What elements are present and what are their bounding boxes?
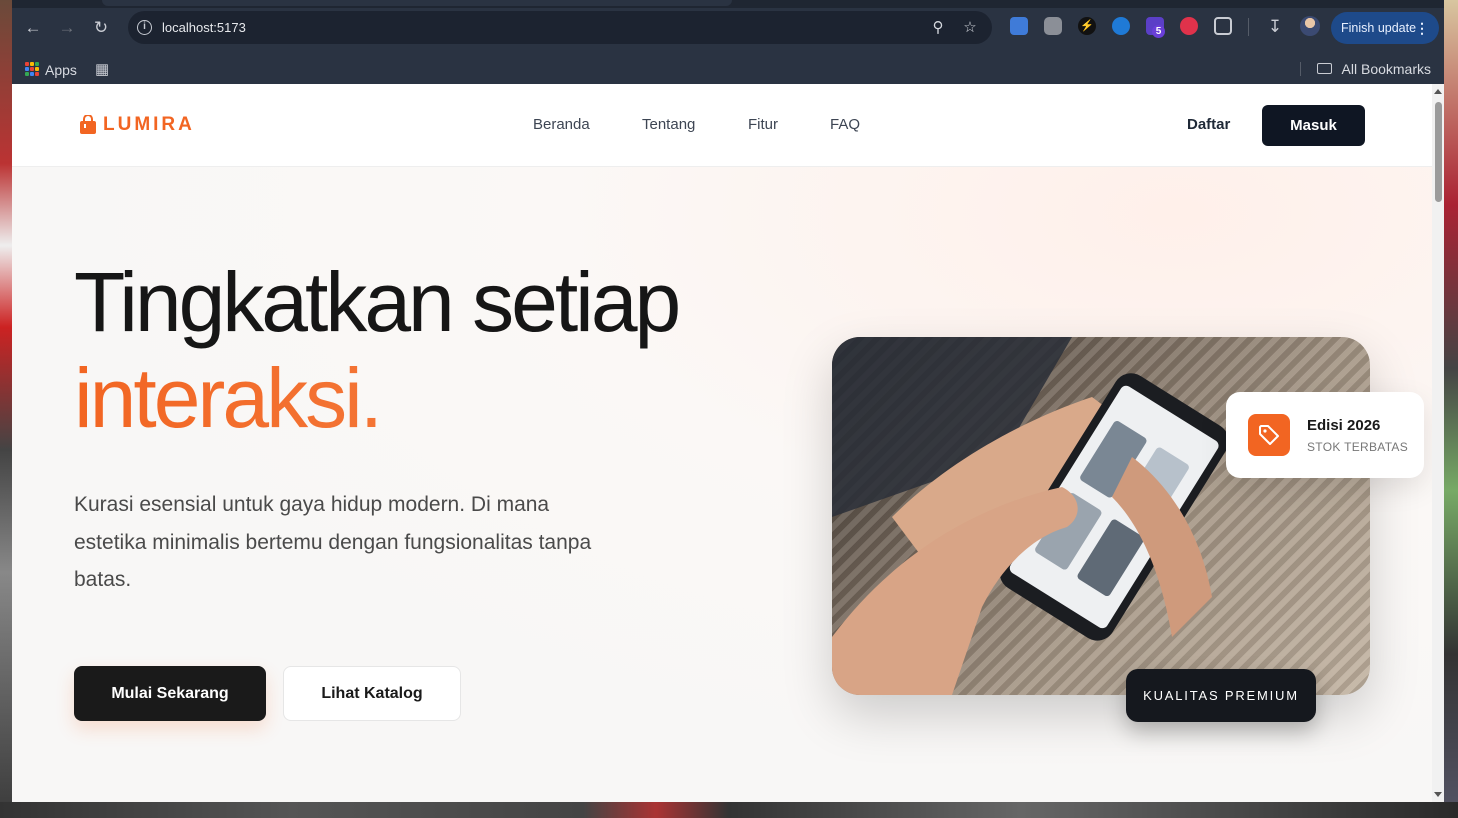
scroll-up-icon[interactable] [1434,89,1442,94]
web-page: LUMIRA Beranda Tentang Fitur FAQ Daftar … [12,84,1432,802]
tag-icon [1248,414,1290,456]
forward-icon[interactable]: → [55,16,79,40]
shopping-bag-icon [79,114,97,135]
view-catalog-button[interactable]: Lihat Katalog [283,666,461,721]
register-link[interactable]: Daftar [1187,116,1230,133]
browser-toolbar: ← → ↻ i localhost:5173 ⚲ ☆ ⚡ 5 ↧ Finish … [12,0,1444,54]
extension-eye-icon[interactable] [1112,17,1130,35]
badge-subtitle: STOK TERBATAS [1307,440,1409,454]
nav-beranda[interactable]: Beranda [533,116,590,133]
hero-photo [832,337,1370,695]
address-bar[interactable]: i localhost:5173 ⚲ ☆ [128,11,992,44]
extension-badge-count: 5 [1152,25,1165,38]
more-menu-icon[interactable]: ⋮ [1415,12,1429,44]
premium-quality-badge: KUALITAS PREMIUM [1126,669,1316,722]
nav-faq[interactable]: FAQ [830,116,860,133]
finish-update-label: Finish update [1341,21,1417,35]
hero-title-line1: Tingkatkan setiap [74,255,681,349]
apps-bookmark[interactable]: Apps [45,62,77,78]
site-info-icon[interactable]: i [137,20,152,35]
bookmark-star-icon[interactable]: ☆ [960,18,980,38]
toolbar-divider [1248,18,1249,36]
site-logo[interactable]: LUMIRA [79,114,195,136]
page-scrollbar[interactable] [1432,84,1444,802]
extension-music-icon[interactable] [1180,17,1198,35]
extension-badge-icon[interactable]: 5 [1146,17,1165,38]
bookmarks-bar: Apps ▦ All Bookmarks [12,54,1444,84]
bookmarks-divider [1300,62,1301,76]
desktop-wallpaper-left [0,0,12,818]
extension-bolt-icon[interactable]: ⚡ [1078,17,1096,35]
get-started-button[interactable]: Mulai Sekarang [74,666,266,721]
desktop-wallpaper-bottom [0,802,1458,818]
profile-avatar[interactable] [1300,16,1320,36]
apps-grid-icon[interactable] [25,62,39,76]
login-button[interactable]: Masuk [1262,105,1365,146]
hero-title-accent: interaksi. [74,350,678,446]
address-url[interactable]: localhost:5173 [162,20,246,35]
folder-icon [1317,63,1332,74]
scrollbar-thumb[interactable] [1435,102,1442,202]
active-tab[interactable] [102,0,732,6]
site-header: LUMIRA Beranda Tentang Fitur FAQ Daftar … [12,84,1432,167]
hero-title: Tingkatkan setiap interaksi. [74,254,681,446]
brand-name: LUMIRA [103,114,195,135]
desktop-wallpaper-right [1444,0,1458,818]
extension-camera-icon[interactable] [1044,17,1062,35]
scroll-down-icon[interactable] [1434,792,1442,797]
tab-strip [12,0,1444,8]
tab-groups-icon[interactable]: ▦ [95,60,109,78]
nav-fitur[interactable]: Fitur [748,116,778,133]
reload-icon[interactable]: ↻ [89,16,113,40]
nav-tentang[interactable]: Tentang [642,116,695,133]
zoom-icon[interactable]: ⚲ [928,18,948,38]
download-icon[interactable]: ↧ [1263,15,1287,39]
extensions-puzzle-icon[interactable] [1214,17,1232,35]
edition-badge-card: Edisi 2026 STOK TERBATAS [1226,392,1424,478]
back-icon[interactable]: ← [21,16,45,40]
browser-window: ← → ↻ i localhost:5173 ⚲ ☆ ⚡ 5 ↧ Finish … [12,0,1444,802]
extension-docs-icon[interactable] [1010,17,1028,35]
all-bookmarks-button[interactable]: All Bookmarks [1342,61,1431,77]
finish-update-button[interactable]: Finish update ⋮ [1331,12,1439,44]
badge-title: Edisi 2026 [1307,417,1381,434]
hero-description: Kurasi esensial untuk gaya hidup modern.… [74,493,592,591]
